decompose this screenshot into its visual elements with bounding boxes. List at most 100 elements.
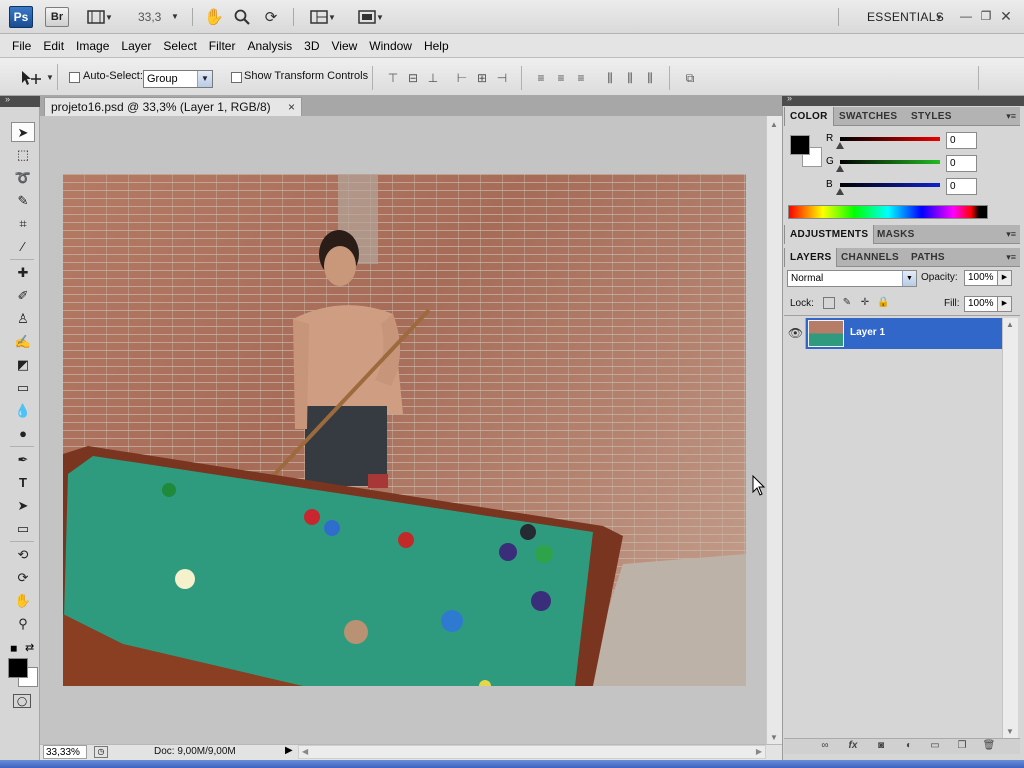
view-extras-button[interactable]: ▼ — [82, 6, 118, 28]
layer-visibility-eye-icon[interactable]: 👁 — [786, 318, 806, 349]
auto-align-layers-icon[interactable]: ⧉ — [682, 70, 698, 86]
blue-value-input[interactable]: 0 — [946, 178, 977, 195]
minimize-icon[interactable]: — — [958, 8, 974, 24]
blue-slider[interactable] — [840, 183, 940, 187]
path-selection-tool-icon[interactable]: ➤ — [11, 496, 35, 516]
3d-orbit-tool-icon[interactable]: ⟳ — [11, 568, 35, 588]
blur-tool-icon[interactable]: 💧 — [11, 401, 35, 421]
tab-color[interactable]: COLOR — [784, 107, 834, 126]
layer-style-icon[interactable]: fx — [846, 739, 860, 753]
new-group-icon[interactable]: ▭ — [928, 739, 942, 753]
fill-arrow-icon[interactable]: ▶ — [998, 296, 1012, 312]
blue-slider-thumb[interactable] — [836, 188, 844, 195]
align-vertical-centers-icon[interactable]: ⊟ — [405, 70, 421, 86]
delete-layer-icon[interactable]: 🗑 — [982, 739, 996, 753]
quick-selection-tool-icon[interactable]: ✎ — [11, 191, 35, 211]
tab-layers[interactable]: LAYERS — [784, 248, 838, 267]
eraser-tool-icon[interactable]: ◩ — [11, 355, 35, 375]
scroll-right-icon[interactable]: ▶ — [756, 747, 762, 756]
zoom-tool-icon[interactable] — [231, 6, 253, 28]
auto-select-checkbox[interactable] — [69, 72, 80, 83]
scroll-left-icon[interactable]: ◀ — [302, 747, 308, 756]
menu-help[interactable]: Help — [418, 39, 455, 53]
auto-select-dropdown[interactable]: Group ▼ — [143, 70, 213, 88]
clone-stamp-tool-icon[interactable]: ♙ — [11, 309, 35, 329]
shape-tool-icon[interactable]: ▭ — [11, 519, 35, 539]
fill-input[interactable]: 100% — [964, 296, 998, 312]
align-right-edges-icon[interactable]: ⊣ — [494, 70, 510, 86]
layer-name[interactable]: Layer 1 — [850, 327, 885, 338]
layers-scrollbar[interactable]: ▲ ▼ — [1002, 318, 1018, 738]
pen-tool-icon[interactable]: ✒ — [11, 450, 35, 470]
tab-paths[interactable]: PATHS — [906, 248, 950, 267]
document-tab[interactable]: projeto16.psd @ 33,3% (Layer 1, RGB/8) × — [44, 97, 302, 116]
opacity-input[interactable]: 100% — [964, 270, 998, 286]
panel-menu-icon[interactable]: ▾≡ — [1006, 229, 1016, 240]
show-transform-checkbox[interactable] — [231, 72, 242, 83]
adjustment-layer-icon[interactable]: ◐ — [902, 739, 916, 753]
green-value-input[interactable]: 0 — [946, 155, 977, 172]
move-tool-icon[interactable]: ➤ — [11, 122, 35, 142]
default-colors-icon[interactable]: ◼ — [10, 643, 17, 654]
opacity-arrow-icon[interactable]: ▶ — [998, 270, 1012, 286]
red-slider-thumb[interactable] — [836, 142, 844, 149]
menu-view[interactable]: View — [325, 39, 363, 53]
tab-swatches[interactable]: SWATCHES — [834, 107, 902, 126]
dodge-tool-icon[interactable]: ● — [11, 424, 35, 444]
foreground-color-swatch[interactable] — [790, 135, 810, 155]
close-icon[interactable]: ✕ — [998, 8, 1014, 24]
tab-adjustments[interactable]: ADJUSTMENTS — [784, 225, 875, 244]
scroll-up-icon[interactable]: ▲ — [770, 120, 778, 129]
red-slider[interactable] — [840, 137, 940, 141]
lock-transparent-pixels-icon[interactable] — [823, 297, 835, 309]
crop-tool-icon[interactable]: ⌗ — [11, 214, 35, 234]
marquee-tool-icon[interactable]: ⬚ — [11, 145, 35, 165]
close-document-icon[interactable]: × — [288, 98, 295, 116]
document-image[interactable] — [63, 174, 746, 686]
distribute-left-icon[interactable]: ⫼ — [602, 70, 618, 86]
menu-analysis[interactable]: Analysis — [241, 39, 298, 53]
quick-mask-icon[interactable]: ◯ — [13, 694, 31, 708]
menu-3d[interactable]: 3D — [298, 39, 325, 53]
hand-tool-icon[interactable]: ✋ — [11, 591, 35, 611]
zoom-level[interactable]: 33,3 — [138, 10, 161, 24]
distribute-horizontal-centers-icon[interactable]: ⫼ — [622, 70, 638, 86]
green-slider[interactable] — [840, 160, 940, 164]
zoom-tool-icon[interactable]: ⚲ — [11, 614, 35, 634]
scroll-up-icon[interactable]: ▲ — [1006, 320, 1014, 329]
3d-rotate-tool-icon[interactable]: ⟲ — [11, 545, 35, 565]
menu-filter[interactable]: Filter — [203, 39, 242, 53]
status-zoom-field[interactable]: 33,33% — [43, 745, 87, 759]
lock-image-pixels-icon[interactable]: ✎ — [841, 297, 853, 309]
zoom-dropdown-icon[interactable]: ▼ — [171, 12, 179, 21]
screen-mode-button[interactable]: ▼ — [353, 6, 389, 28]
arrange-documents-button[interactable]: ▼ — [305, 6, 341, 28]
hand-tool-icon[interactable]: ✋ — [203, 6, 225, 28]
distribute-bottom-icon[interactable]: ≡ — [573, 70, 589, 86]
lock-position-icon[interactable]: ✛ — [859, 297, 871, 309]
distribute-vertical-centers-icon[interactable]: ≡ — [553, 70, 569, 86]
tool-preset-picker[interactable]: ▼ — [6, 64, 58, 90]
tab-masks[interactable]: MASKS — [872, 225, 920, 244]
new-layer-icon[interactable]: ❐ — [955, 739, 969, 753]
scroll-down-icon[interactable]: ▼ — [770, 733, 778, 742]
green-slider-thumb[interactable] — [836, 165, 844, 172]
horizontal-scrollbar[interactable]: ◀ ▶ — [298, 745, 766, 759]
eyedropper-tool-icon[interactable]: ⁄ — [11, 237, 35, 257]
blend-mode-dropdown[interactable]: Normal ▼ — [787, 270, 917, 287]
menu-layer[interactable]: Layer — [115, 39, 157, 53]
gradient-tool-icon[interactable]: ▭ — [11, 378, 35, 398]
color-spectrum-ramp[interactable] — [788, 205, 988, 219]
distribute-top-icon[interactable]: ≡ — [533, 70, 549, 86]
restore-icon[interactable]: ❐ — [978, 8, 994, 24]
rotate-view-icon[interactable]: ⟳ — [259, 6, 283, 28]
launch-bridge-button[interactable]: Br — [45, 7, 69, 27]
vertical-scrollbar[interactable]: ▲ ▼ — [766, 116, 782, 744]
add-mask-icon[interactable]: ◙ — [874, 739, 888, 753]
workspace-switcher[interactable]: ESSENTIALS — [867, 10, 944, 24]
distribute-right-icon[interactable]: ⫼ — [642, 70, 658, 86]
swap-colors-icon[interactable]: ⇄ — [25, 641, 34, 654]
align-horizontal-centers-icon[interactable]: ⊞ — [474, 70, 490, 86]
align-bottom-edges-icon[interactable]: ⊥ — [425, 70, 441, 86]
menu-edit[interactable]: Edit — [37, 39, 70, 53]
